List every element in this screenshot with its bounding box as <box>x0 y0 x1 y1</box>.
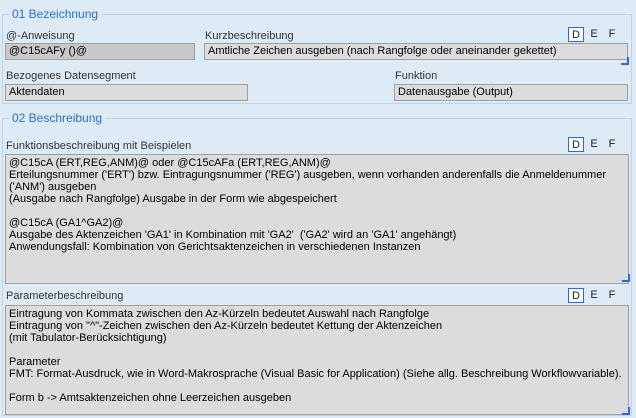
lang-d-button[interactable]: D <box>568 27 584 42</box>
text-line: Ausgabe des Aktenzeichen 'GA1' in Kombin… <box>9 229 457 241</box>
resize-corner-icon[interactable] <box>622 407 630 415</box>
kurzbeschreibung-field[interactable]: Amtliche Zeichen ausgeben (nach Rangfolg… <box>204 43 628 60</box>
section-title: 02 Beschreibung <box>9 111 106 125</box>
section-title: 01 Bezeichnung <box>9 7 102 21</box>
text-line: @C15cA (GA1^GA2)@ <box>9 217 124 229</box>
funktion-label: Funktion <box>395 70 438 82</box>
text-line: FMT: Format-Ausdruck, wie in Word-Makros… <box>9 368 622 380</box>
text-line: Parameter <box>9 356 61 368</box>
text-line: (Ausgabe nach Rangfolge) Ausgabe in der … <box>9 193 337 205</box>
text-line: Eintragung von "^"-Zeichen zwischen den … <box>9 320 443 332</box>
text-line: (mit Tabulator-Berücksichtigung) <box>9 332 167 344</box>
anweisung-field[interactable]: @C15cAFy ()@ <box>5 43 195 60</box>
lang-f-button[interactable]: F <box>604 137 620 152</box>
text-line: Eintragung von Kommata zwischen den Az-K… <box>9 308 430 320</box>
anweisung-label: @-Anweisung <box>6 30 75 42</box>
funktion-field[interactable]: Datenausgabe (Output) <box>394 84 628 101</box>
parameterbeschreibung-label: Parameterbeschreibung <box>6 290 124 302</box>
language-switch-2: D E F <box>568 137 620 152</box>
text-line: Form b -> Amtsaktenzeichen ohne Leerzeic… <box>9 392 292 404</box>
lang-d-button[interactable]: D <box>568 137 584 152</box>
text-line: ('ANM') ausgeben <box>9 181 97 193</box>
funktionsbeschreibung-textarea[interactable]: @C15cA (ERT,REG,ANM)@ oder @C15cAFa (ERT… <box>5 154 629 284</box>
resize-corner-icon[interactable] <box>622 274 630 282</box>
text-line <box>9 205 625 217</box>
lang-e-button[interactable]: E <box>586 137 602 152</box>
parameterbeschreibung-textarea[interactable]: Eintragung von Kommata zwischen den Az-K… <box>5 305 629 415</box>
text-line: @C15cA (ERT,REG,ANM)@ oder @C15cAFa (ERT… <box>9 157 331 169</box>
lang-d-button[interactable]: D <box>568 288 584 303</box>
lang-f-button[interactable]: F <box>604 288 620 303</box>
resize-corner-icon[interactable] <box>621 57 629 65</box>
text-line: Erteilungsnummer ('ERT') bzw. Eintragung… <box>9 169 606 181</box>
segment-label: Bezogenes Datensegment <box>6 70 136 82</box>
lang-f-button[interactable]: F <box>604 27 620 42</box>
language-switch-1: D E F <box>568 27 620 42</box>
lang-e-button[interactable]: E <box>586 288 602 303</box>
language-switch-3: D E F <box>568 288 620 303</box>
funktionsbeschreibung-label: Funktionsbeschreibung mit Beispielen <box>6 140 192 152</box>
text-line <box>9 344 625 356</box>
lang-e-button[interactable]: E <box>586 27 602 42</box>
text-line: Anwendungsfall: Kombination von Gerichts… <box>9 241 421 253</box>
text-line <box>9 380 625 392</box>
kurzbeschreibung-label: Kurzbeschreibung <box>205 30 294 42</box>
segment-field[interactable]: Aktendaten <box>5 84 248 101</box>
